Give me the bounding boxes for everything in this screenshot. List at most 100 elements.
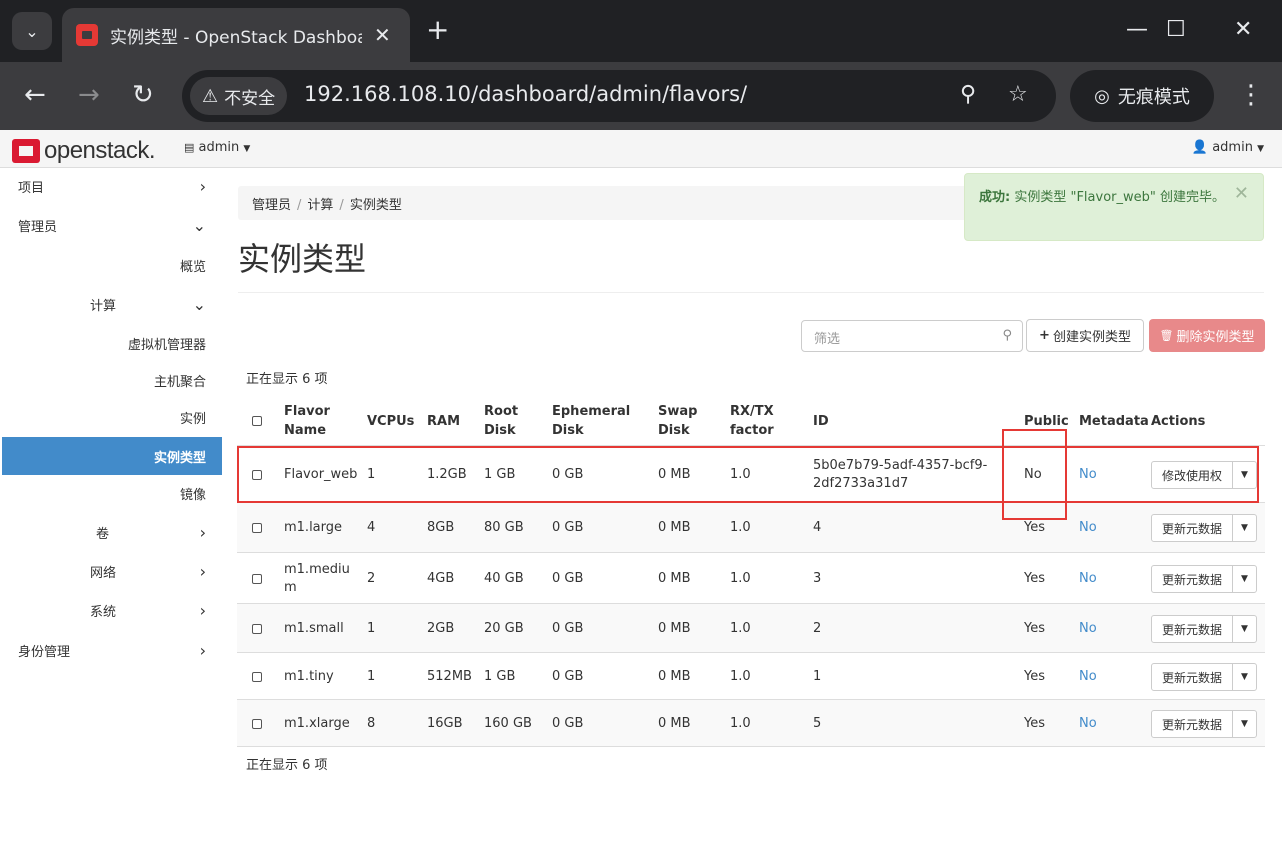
root-disk-value: 20 GB xyxy=(484,621,524,636)
rxtx-value: 1.0 xyxy=(730,621,751,636)
actions-dropdown-toggle[interactable]: ▼ xyxy=(1232,514,1257,542)
incognito-label: 无痕模式 xyxy=(1117,87,1190,108)
forward-arrow-icon[interactable]: → xyxy=(78,80,100,110)
metadata-link[interactable]: No xyxy=(1079,668,1097,686)
filter-input[interactable]: 筛选 ⚲ xyxy=(801,320,1023,352)
caret-down-icon: ▼ xyxy=(1257,144,1264,154)
row-checkbox[interactable] xyxy=(252,719,262,729)
create-flavor-button[interactable]: + 创建实例类型 xyxy=(1026,319,1144,352)
update-metadata-button[interactable]: 更新元数据 xyxy=(1151,615,1233,643)
public-value: Yes xyxy=(1024,621,1045,636)
user-menu[interactable]: 👤 admin ▼ xyxy=(1192,140,1264,155)
update-metadata-button[interactable]: 更新元数据 xyxy=(1151,710,1233,738)
actions-dropdown-toggle[interactable]: ▼ xyxy=(1232,565,1257,593)
window-close-icon[interactable]: ✕ xyxy=(1234,14,1252,46)
sidebar-item-admin[interactable]: 管理员 ⌄ xyxy=(2,207,222,243)
chevron-down-icon: ⌄ xyxy=(192,294,206,314)
update-metadata-button[interactable]: 更新元数据 xyxy=(1151,514,1233,542)
sidebar-item-network[interactable]: 网络 › xyxy=(2,553,222,589)
sidebar-item-label: 虚拟机管理器 xyxy=(127,337,206,353)
update-metadata-button[interactable]: 更新元数据 xyxy=(1151,565,1233,593)
row-checkbox[interactable] xyxy=(252,672,262,682)
browser-tabstrip: ⌄ 实例类型 - OpenStack Dashboard ✕ + — ☐ ✕ xyxy=(0,0,1282,62)
sidebar-item-host-aggregates[interactable]: 主机聚合 xyxy=(2,362,222,398)
search-icon[interactable]: ⚲ xyxy=(1002,328,1012,343)
incognito-indicator[interactable]: ◎ 无痕模式 xyxy=(1070,70,1214,122)
sidebar-item-label: 卷 xyxy=(96,526,110,542)
zoom-icon[interactable]: ⚲ xyxy=(960,82,976,108)
col-header-root-disk[interactable]: Root Disk xyxy=(484,402,518,440)
col-header-ram[interactable]: RAM xyxy=(427,412,460,431)
sidebar-item-system[interactable]: 系统 › xyxy=(2,592,222,628)
col-header-name[interactable]: Flavor Name xyxy=(284,402,330,440)
row-checkbox[interactable] xyxy=(252,574,262,584)
url-text[interactable]: 192.168.108.10/dashboard/admin/flavors/ xyxy=(304,82,747,106)
flavor-id-line: 2 xyxy=(813,621,822,636)
col-header-swap-disk[interactable]: Swap Disk xyxy=(658,402,697,440)
caret-down-icon: ▼ xyxy=(1241,624,1248,634)
close-icon[interactable]: ✕ xyxy=(1234,184,1249,204)
sidebar-item-hypervisors[interactable]: 虚拟机管理器 xyxy=(2,325,222,361)
new-tab-icon[interactable]: + xyxy=(426,14,449,46)
breadcrumb-item[interactable]: 管理员 xyxy=(252,198,291,213)
actions-dropdown-toggle[interactable]: ▼ xyxy=(1232,710,1257,738)
openstack-logo[interactable]: openstack. xyxy=(12,137,156,165)
browser-tab-active[interactable]: 实例类型 - OpenStack Dashboard ✕ xyxy=(62,8,410,62)
sidebar-item-project[interactable]: 项目 › xyxy=(2,168,222,204)
alert-prefix: 成功: xyxy=(979,190,1011,205)
rxtx-value: 1.0 xyxy=(730,571,751,586)
tab-search-button[interactable]: ⌄ xyxy=(12,12,52,50)
address-bar[interactable]: ⚠ 不安全 192.168.108.10/dashboard/admin/fla… xyxy=(182,70,1056,122)
sidebar-item-label: 管理员 xyxy=(18,219,58,235)
minimize-icon[interactable]: — xyxy=(1126,14,1148,46)
maximize-icon[interactable]: ☐ xyxy=(1166,14,1186,46)
ram-value: 8GB xyxy=(427,520,455,535)
col-header-rxtx[interactable]: RX/TX factor xyxy=(730,402,774,440)
incognito-icon: ◎ xyxy=(1094,85,1110,107)
reload-icon[interactable]: ↻ xyxy=(132,80,154,110)
breadcrumb-item: 实例类型 xyxy=(349,198,402,213)
flavor-name: m1.xlarge xyxy=(284,716,350,731)
delete-flavors-label: 删除实例类型 xyxy=(1176,330,1255,345)
breadcrumb-item[interactable]: 计算 xyxy=(307,198,333,213)
actions-dropdown-toggle[interactable]: ▼ xyxy=(1232,615,1257,643)
metadata-link[interactable]: No xyxy=(1079,570,1097,588)
metadata-link[interactable]: No xyxy=(1079,715,1097,733)
openstack-logo-icon xyxy=(12,139,40,163)
project-list-icon: ▤ xyxy=(184,141,195,154)
sidebar-item-volumes[interactable]: 卷 › xyxy=(2,514,222,550)
col-header-metadata[interactable]: Metadata xyxy=(1079,412,1149,431)
flavor-id: 5 xyxy=(813,715,821,733)
caret-down-icon: ▼ xyxy=(1241,523,1248,533)
select-all-checkbox[interactable] xyxy=(252,416,262,426)
col-header-vcpus[interactable]: VCPUs xyxy=(367,412,414,431)
actions-dropdown-toggle[interactable]: ▼ xyxy=(1232,663,1257,691)
metadata-link[interactable]: No xyxy=(1079,519,1097,537)
sidebar-item-instances[interactable]: 实例 xyxy=(2,399,222,435)
update-metadata-button[interactable]: 更新元数据 xyxy=(1151,663,1233,691)
vcpus-value: 8 xyxy=(367,716,376,731)
back-arrow-icon[interactable]: ← xyxy=(24,80,46,110)
flavor-id-line: 4 xyxy=(813,520,822,535)
col-header-id[interactable]: ID xyxy=(813,412,829,431)
bookmark-star-icon[interactable]: ☆ xyxy=(1008,82,1028,108)
sidebar-item-compute[interactable]: 计算 ⌄ xyxy=(2,286,222,322)
col-header-ephemeral-disk[interactable]: Ephemeral Disk xyxy=(552,402,630,440)
filter-placeholder: 筛选 xyxy=(814,332,841,347)
public-value: Yes xyxy=(1024,571,1045,586)
metadata-link[interactable]: No xyxy=(1079,620,1097,638)
project-selector[interactable]: ▤ admin ▼ xyxy=(184,140,250,155)
row-checkbox[interactable] xyxy=(252,523,262,533)
delete-flavors-button[interactable]: 🗑 删除实例类型 xyxy=(1149,319,1265,352)
table-row: m1.mediu m 2 4GB 40 GB 0 GB 0 MB 1.0 3 Yes No 更新元数… xyxy=(237,553,1265,604)
chevron-right-icon: › xyxy=(199,600,206,620)
row-checkbox[interactable] xyxy=(252,624,262,634)
security-indicator[interactable]: ⚠ 不安全 xyxy=(190,77,288,115)
openstack-favicon-icon xyxy=(76,24,98,46)
sidebar-item-flavors[interactable]: 实例类型 xyxy=(2,437,222,475)
close-tab-icon[interactable]: ✕ xyxy=(374,23,391,47)
browser-menu-icon[interactable]: ⋮ xyxy=(1238,80,1264,110)
sidebar-item-overview[interactable]: 概览 xyxy=(2,247,222,283)
sidebar-item-images[interactable]: 镜像 xyxy=(2,475,222,511)
sidebar-item-identity[interactable]: 身份管理 › xyxy=(2,632,222,668)
